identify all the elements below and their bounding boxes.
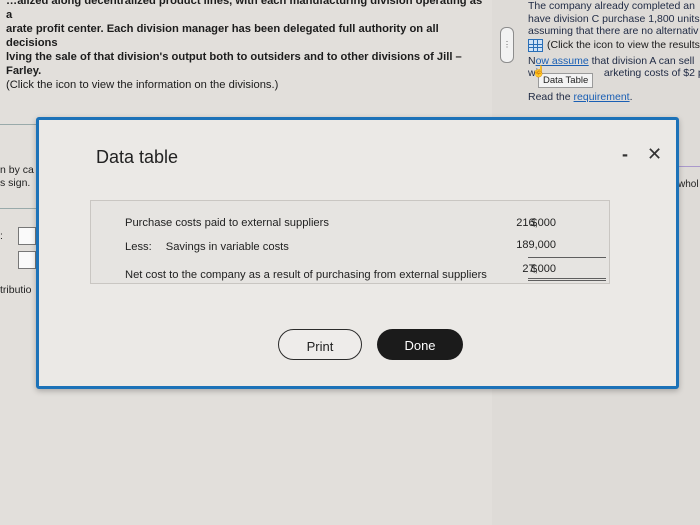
data-table-icon[interactable]	[528, 38, 543, 52]
right-text-line: The company already completed an	[528, 0, 695, 12]
print-button[interactable]: Print	[278, 329, 362, 360]
panel-resize-handle[interactable]: ⋮	[500, 27, 514, 63]
clipped-text: n by ca	[0, 164, 34, 176]
right-text-line: Now assume that division A can sell	[528, 55, 700, 68]
data-table: Purchase costs paid to external supplier…	[90, 200, 610, 284]
problem-intro: …alized along decentralized product line…	[6, 0, 486, 92]
clipped-text: :	[0, 230, 3, 242]
text-fragment: that division A can sell	[588, 54, 695, 67]
table-row-label: Net cost to the company as a result of p…	[125, 269, 487, 281]
requirement-link[interactable]: requirement	[574, 91, 630, 103]
divider	[0, 208, 38, 209]
minimize-button[interactable]: -	[622, 144, 628, 165]
answer-input[interactable]	[18, 251, 36, 269]
clipped-text: whol	[678, 179, 699, 190]
amount-value: 189,000	[516, 239, 556, 251]
problem-text-line: (Click the icon to view the information …	[6, 79, 279, 91]
text-fragment: Read the	[528, 90, 574, 103]
click-info-line: (Click the icon to view the results	[528, 38, 700, 52]
clipped-text: tributio	[0, 284, 32, 296]
amount-value: 27,000	[522, 263, 556, 275]
problem-text-line: lving the sale of that division's output…	[6, 51, 462, 77]
click-info-text: (Click the icon to view the results	[547, 38, 700, 51]
total-double-rule	[528, 278, 606, 281]
amount-value: 216,000	[516, 217, 556, 229]
data-table-dialog: Data table - ✕ Purchase costs paid to ex…	[36, 117, 679, 389]
hand-cursor-icon: ☝	[532, 66, 546, 78]
read-requirement-line: Read the requirement.	[528, 91, 700, 104]
problem-text-line: arate profit center. Each division manag…	[6, 23, 439, 49]
table-row-label: Less: Savings in variable costs	[125, 241, 289, 253]
clipped-text: s sign.	[0, 177, 31, 189]
divider	[0, 124, 38, 125]
subtotal-rule	[528, 257, 606, 258]
close-button[interactable]: ✕	[647, 144, 662, 165]
text-fragment: .	[629, 90, 633, 103]
right-text-line: assuming that there are no alternativ	[528, 25, 699, 37]
answer-input[interactable]	[18, 227, 36, 245]
right-text-line: have division C purchase 1,800 units	[528, 12, 700, 25]
problem-text-line: …alized along decentralized product line…	[6, 0, 483, 21]
row-text: Savings in variable costs	[165, 241, 289, 253]
data-table-tooltip: Data Table	[538, 73, 594, 88]
table-row-label: Purchase costs paid to external supplier…	[125, 217, 329, 229]
done-button[interactable]: Done	[377, 329, 463, 360]
dialog-title: Data table	[96, 147, 179, 167]
less-prefix: Less:	[125, 241, 152, 253]
text-fragment: arketing costs of $2 p	[603, 67, 700, 79]
